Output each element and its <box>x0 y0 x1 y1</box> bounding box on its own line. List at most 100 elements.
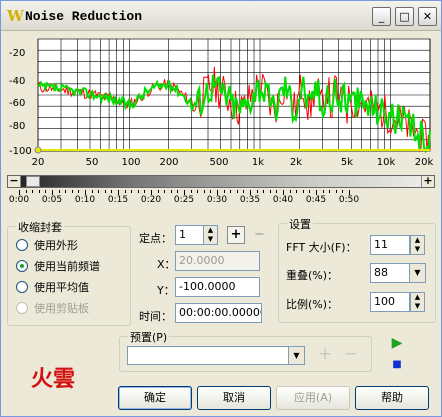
time-tick <box>322 190 324 193</box>
envelope-point[interactable] <box>34 146 42 154</box>
radio-use-current-spectrum[interactable]: 使用当前频谱 <box>16 258 100 274</box>
add-preset-icon: + <box>318 344 333 364</box>
maximize-button[interactable]: □ <box>395 7 414 26</box>
time-tick <box>289 190 291 193</box>
scroll-thumb[interactable] <box>26 176 40 187</box>
preset-select[interactable] <box>127 346 305 365</box>
window-title: Noise Reduction <box>25 9 143 24</box>
spin-up-icon[interactable]: ▲ <box>204 226 217 235</box>
spin-down-icon[interactable]: ▼ <box>411 245 424 254</box>
time-tick-label: 0:45 <box>305 195 327 205</box>
radio-label: 使用平均值 <box>34 281 89 294</box>
zoom-in-button[interactable]: + <box>421 175 434 187</box>
time-tick <box>236 190 238 193</box>
freq-label: 5k <box>340 157 354 168</box>
time-ruler: 0:00 0:05 0:10 0:15 0:20 0:25 0:30 0:35 0:40 0:45… <box>9 190 431 208</box>
time-tick-label: 0:30 <box>206 195 228 205</box>
time-tick <box>111 190 113 193</box>
time-tick-label: 0:25 <box>173 195 195 205</box>
point-label: 定点： <box>139 232 172 245</box>
time-tick <box>170 190 172 193</box>
x-label: X： <box>157 258 176 271</box>
spin-up-icon[interactable]: ▲ <box>411 236 424 245</box>
time-tick <box>71 190 73 193</box>
fft-size-field[interactable]: 11 <box>370 235 410 255</box>
time-tick <box>190 190 192 193</box>
time-tick <box>276 190 278 193</box>
spin-down-icon[interactable]: ▼ <box>411 302 424 311</box>
time-tick <box>25 190 27 193</box>
time-field[interactable]: 00:00:00.00000 <box>175 303 262 323</box>
time-tick <box>65 190 67 193</box>
freq-label: 50 <box>85 157 99 168</box>
time-tick <box>131 190 133 193</box>
chevron-down-icon[interactable]: ▼ <box>288 347 304 364</box>
fft-size-label: FFT 大小(F)： <box>286 241 357 254</box>
time-tick <box>144 190 146 193</box>
freq-label: 100 <box>121 157 141 168</box>
time-tick-label: 0:40 <box>272 195 294 205</box>
point-spinner[interactable]: ▲ ▼ <box>203 225 218 245</box>
zoom-out-button[interactable]: − <box>8 175 21 187</box>
time-tick-label: 0:20 <box>140 195 162 205</box>
remove-preset-icon: − <box>344 344 359 364</box>
y-field[interactable]: -100.0000 <box>175 277 260 297</box>
close-button[interactable]: ✕ <box>418 7 437 26</box>
time-tick-label: 0:35 <box>239 195 261 205</box>
freq-label: 20 <box>31 157 45 168</box>
time-tick <box>197 190 199 193</box>
time-label: 时间： <box>139 310 172 323</box>
ok-button[interactable]: 确定 <box>118 386 192 410</box>
time-scrollbar[interactable]: − + <box>7 175 435 188</box>
radio-use-clipboard: 使用剪贴板 <box>16 300 89 316</box>
spin-down-icon[interactable]: ▼ <box>204 235 217 244</box>
play-icon[interactable]: ▶ <box>387 335 407 351</box>
radio-label: 使用外形 <box>34 239 78 252</box>
help-button[interactable]: 帮助 <box>355 386 429 410</box>
freq-label: 20k <box>414 157 434 168</box>
spectrum-graph[interactable] <box>7 33 435 173</box>
add-point-button[interactable]: + <box>227 226 245 244</box>
freq-label: 2k <box>289 157 303 168</box>
time-tick <box>230 190 232 193</box>
time-tick <box>342 190 344 193</box>
time-tick <box>296 190 298 193</box>
time-tick-label: 0:10 <box>74 195 96 205</box>
radio-use-average[interactable]: 使用平均值 <box>16 279 89 295</box>
time-tick <box>104 190 106 193</box>
db-label: -100 <box>9 146 32 157</box>
cancel-button[interactable]: 取消 <box>197 386 271 410</box>
time-tick <box>210 190 212 193</box>
fft-size-spinner[interactable]: ▲ ▼ <box>410 235 425 255</box>
time-tick <box>157 190 159 193</box>
app-icon: W <box>7 7 24 25</box>
db-label: -20 <box>9 48 26 59</box>
ratio-spinner[interactable]: ▲ ▼ <box>410 292 425 312</box>
radio-button[interactable] <box>16 281 28 293</box>
freq-label: 1k <box>251 157 265 168</box>
time-tick-label: 0:50 <box>338 195 360 205</box>
ratio-label: 比例(%)： <box>286 298 339 311</box>
db-label: -60 <box>9 98 26 109</box>
x-field: 20.0000 <box>175 251 260 271</box>
ratio-field[interactable]: 100 <box>370 292 410 312</box>
radio-button[interactable] <box>16 260 28 272</box>
radio-button[interactable] <box>16 239 28 251</box>
preset-group-title: 预置(P) <box>128 329 170 345</box>
overlap-value: 88 <box>374 266 388 279</box>
chevron-down-icon[interactable]: ▼ <box>409 264 425 282</box>
freq-label: 10k <box>376 157 396 168</box>
freq-label: 500 <box>209 157 229 168</box>
spin-up-icon[interactable]: ▲ <box>411 293 424 302</box>
minimize-button[interactable]: _ <box>372 7 391 26</box>
radio-label: 使用当前频谱 <box>34 260 100 273</box>
stop-icon[interactable]: ■ <box>387 357 407 373</box>
radio-use-shape[interactable]: 使用外形 <box>16 237 78 253</box>
time-tick <box>124 190 126 193</box>
time-tick <box>203 190 205 193</box>
freq-label: 200 <box>159 157 179 168</box>
time-tick <box>177 190 179 193</box>
apply-button: 应用(A) <box>276 386 350 410</box>
title-bar[interactable]: W Noise Reduction _ □ ✕ <box>1 1 441 31</box>
point-field[interactable]: 1 <box>175 225 205 245</box>
